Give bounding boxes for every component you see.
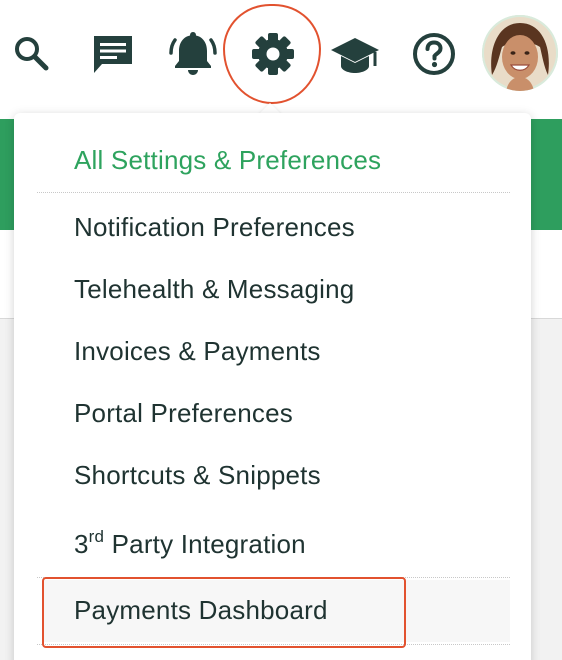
menu-item-notification-preferences[interactable]: Notification Preferences [74,211,355,243]
third-party-label: Party Integration [104,529,306,559]
page: All Settings & Preferences Notification … [0,0,562,660]
menu-item-payments-dashboard[interactable]: Payments Dashboard [74,594,328,626]
menu-item-portal-preferences[interactable]: Portal Preferences [74,397,293,429]
messages-icon [94,36,132,73]
menu-item-third-party-integration[interactable]: 3rd Party Integration [74,527,306,564]
menu-item-shortcuts-snippets[interactable]: Shortcuts & Snippets [74,459,321,491]
notifications-button[interactable] [166,28,220,78]
third-party-number: 3 [74,529,89,559]
menu-divider [37,192,510,193]
gear-icon [252,33,294,75]
menu-divider [37,644,510,645]
user-avatar[interactable] [482,15,558,91]
avatar-photo [482,15,558,91]
top-navigation-bar [0,0,562,108]
learning-button[interactable] [327,30,383,80]
settings-button[interactable] [243,24,303,84]
graduation-cap-icon [331,38,379,73]
help-icon [413,33,455,75]
menu-divider [37,577,510,578]
search-button[interactable] [10,32,54,76]
bell-icon [169,32,217,75]
messages-button[interactable] [88,30,138,80]
menu-item-invoices-payments[interactable]: Invoices & Payments [74,335,321,367]
menu-item-telehealth-messaging[interactable]: Telehealth & Messaging [74,273,354,305]
third-party-ordinal: rd [88,527,105,546]
menu-item-all-settings[interactable]: All Settings & Preferences [74,144,381,176]
search-icon [15,37,49,71]
help-button[interactable] [407,27,461,81]
